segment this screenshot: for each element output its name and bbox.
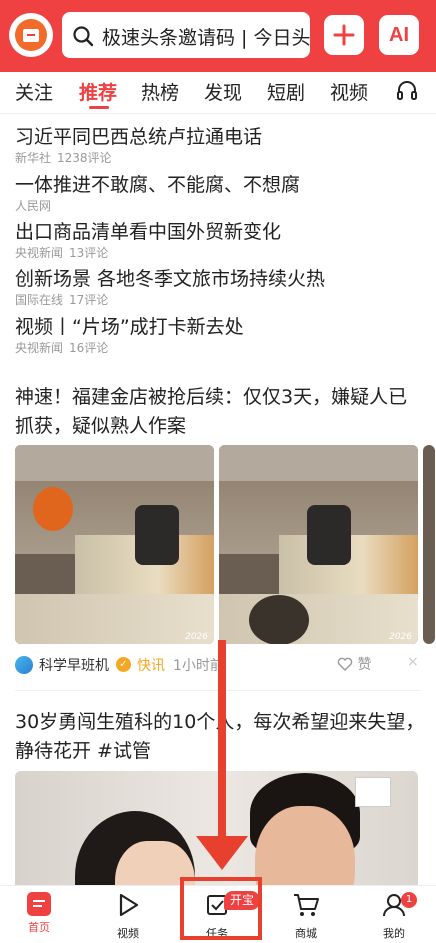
dislike-close-icon[interactable]: × bbox=[407, 654, 419, 670]
channel-tabs: 关注 推荐 热榜 发现 短剧 视频 bbox=[0, 72, 436, 114]
image-timestamp: 2026 bbox=[389, 632, 412, 642]
source-label: 央视新闻 bbox=[15, 246, 64, 260]
publish-button[interactable] bbox=[324, 15, 364, 55]
like-button[interactable]: 赞 bbox=[337, 654, 371, 674]
source-avatar[interactable] bbox=[15, 656, 33, 674]
list-item[interactable]: 一体推进不敢腐、不能腐、不想腐 人民网 bbox=[15, 172, 300, 214]
source-label: 新华社 bbox=[15, 151, 52, 165]
search-icon bbox=[73, 26, 94, 47]
tab-recommend[interactable]: 推荐 bbox=[79, 78, 117, 105]
app-logo[interactable] bbox=[9, 13, 53, 57]
tab-discover[interactable]: 发现 bbox=[204, 78, 242, 105]
plus-icon bbox=[333, 24, 355, 46]
comment-count: 13评论 bbox=[69, 246, 109, 260]
source-name[interactable]: 科学早班机 bbox=[39, 655, 109, 675]
source-label: 人民网 bbox=[15, 199, 52, 213]
verified-icon: ✓ bbox=[116, 657, 131, 672]
nav-label: 首页 bbox=[28, 921, 50, 934]
play-icon bbox=[119, 893, 139, 917]
headline: 视频丨“片场”成打卡新去处 bbox=[15, 316, 244, 338]
list-item[interactable]: 出口商品清单看中国外贸新变化 央视新闻 13评论 bbox=[15, 219, 281, 261]
tab-video[interactable]: 视频 bbox=[330, 78, 368, 105]
headline: 一体推进不敢腐、不能腐、不想腐 bbox=[15, 174, 301, 196]
cart-icon bbox=[294, 894, 319, 916]
article-title[interactable]: 神速！福建金店被抢后续：仅仅3天，嫌疑人已抓获，疑似熟人作案 bbox=[15, 383, 425, 441]
headline: 出口商品清单看中国外贸新变化 bbox=[15, 221, 282, 243]
source-label: 央视新闻 bbox=[15, 341, 64, 355]
headline: 习近平同巴西总统卢拉通电话 bbox=[15, 126, 263, 148]
article-title[interactable]: 30岁勇闯生殖科的10个人，每次希望迎来失望，静待花开 #试管 bbox=[15, 708, 425, 766]
list-item[interactable]: 视频丨“片场”成打卡新去处 央视新闻 16评论 bbox=[15, 314, 244, 356]
tab-hot[interactable]: 热榜 bbox=[141, 78, 179, 105]
ai-button[interactable]: AI bbox=[379, 15, 419, 55]
notification-badge: 1 bbox=[401, 892, 417, 908]
headphone-icon[interactable] bbox=[395, 78, 419, 102]
search-bar[interactable]: 极速头条邀请码 | 今日头 bbox=[62, 12, 310, 58]
nav-label: 商城 bbox=[295, 927, 317, 940]
headline: 创新场景 各地冬季文旅市场持续火热 bbox=[15, 268, 326, 290]
article-meta: 科学早班机 ✓ 快讯 1小时前 赞 × bbox=[15, 654, 425, 674]
heart-icon bbox=[337, 657, 353, 671]
like-label: 赞 bbox=[357, 657, 372, 673]
tab-follow[interactable]: 关注 bbox=[15, 78, 53, 105]
source-label: 国际在线 bbox=[15, 293, 64, 307]
nav-label: 我的 bbox=[383, 927, 405, 940]
article-image[interactable]: 2026 bbox=[15, 445, 214, 644]
nav-video[interactable]: 视频 bbox=[98, 890, 158, 941]
nav-mall[interactable]: 商城 bbox=[276, 890, 336, 941]
annotation-highlight-box bbox=[180, 877, 262, 940]
article-image[interactable]: 2026 bbox=[219, 445, 418, 644]
list-item[interactable]: 创新场景 各地冬季文旅市场持续火热 国际在线 17评论 bbox=[15, 266, 325, 308]
nav-label: 视频 bbox=[117, 927, 139, 940]
comment-count: 1238评论 bbox=[57, 151, 112, 165]
image-timestamp: 2026 bbox=[185, 632, 208, 642]
tab-short-drama[interactable]: 短剧 bbox=[267, 78, 305, 105]
comment-count: 16评论 bbox=[69, 341, 109, 355]
active-tab-indicator bbox=[89, 106, 109, 109]
divider bbox=[15, 690, 421, 691]
search-placeholder: 极速头条邀请码 | 今日头 bbox=[102, 27, 310, 49]
list-item[interactable]: 习近平同巴西总统卢拉通电话 新华社 1238评论 bbox=[15, 124, 262, 166]
tag-label: 快讯 bbox=[137, 658, 165, 674]
publish-time: 1小时前 bbox=[173, 658, 224, 674]
top-header: 极速头条邀请码 | 今日头 AI bbox=[0, 0, 436, 72]
home-icon bbox=[27, 892, 51, 916]
nav-home[interactable]: 首页 bbox=[9, 890, 69, 935]
comment-count: 17评论 bbox=[69, 293, 109, 307]
